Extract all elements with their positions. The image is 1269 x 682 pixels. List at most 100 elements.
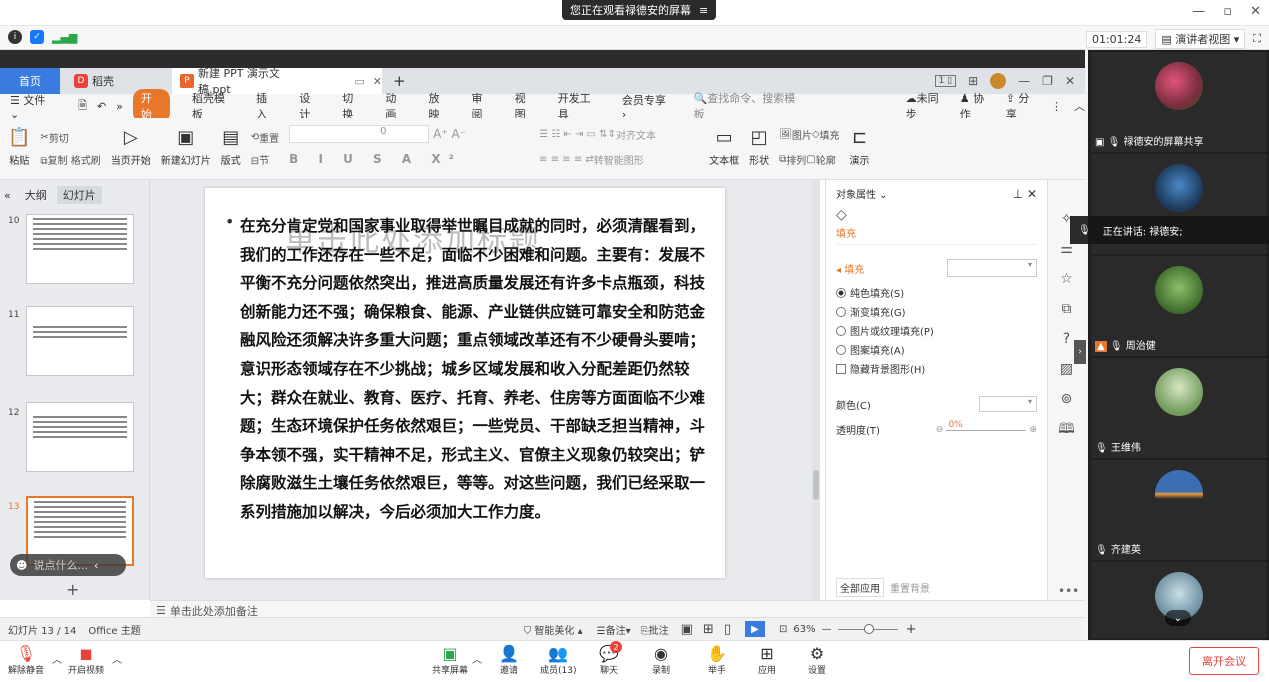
outline-label[interactable]: 轮廓 (816, 152, 836, 167)
textbox-button[interactable]: ▭ 文本框 (709, 122, 739, 168)
video-tile-participant[interactable]: 🎙 齐建英 (1091, 460, 1267, 560)
props-close-icon[interactable]: ✕ (1027, 187, 1037, 201)
apps-button[interactable]: ⊞ 应用 (756, 643, 778, 677)
arrange-button[interactable]: ⧉ 排列 ▢ 轮廓 (779, 146, 839, 172)
fill-section-header[interactable]: ◂ 填充 (836, 261, 864, 276)
menu-icon[interactable]: ≡ (699, 4, 708, 17)
collapse-video-icon[interactable]: › (1074, 340, 1086, 364)
video-tile-participant[interactable]: ⌄ (1091, 562, 1267, 638)
help-icon[interactable]: ? (1063, 324, 1070, 354)
option-gradient-fill[interactable]: 渐变填充(G) (836, 302, 1037, 321)
chevron-down-icon[interactable]: ⌄ (1165, 610, 1191, 626)
color-select[interactable]: ▾ (979, 396, 1037, 412)
record-button[interactable]: ◉ 录制 (650, 643, 672, 677)
undo-icon[interactable]: ↶ (97, 100, 106, 113)
collapse-ribbon-icon[interactable]: ︿ (1074, 98, 1085, 114)
sorter-view-icon[interactable]: ⊞ (703, 622, 714, 637)
copy-icon[interactable]: ⧉ (1062, 294, 1072, 324)
copy-button[interactable]: ⧉复制 格式刷 (40, 152, 100, 167)
reading-view-icon[interactable]: ▯ (724, 622, 731, 637)
slide-thumb-12[interactable] (26, 402, 134, 472)
video-tile-participant[interactable]: ▲ 🎙 周治健 (1091, 256, 1267, 356)
normal-view-icon[interactable]: ▣ (681, 622, 693, 637)
wps-close-icon[interactable]: ✕ (1065, 74, 1075, 88)
invite-button[interactable]: 👤 邀请 (498, 643, 520, 677)
emoji-icon[interactable]: ☻ (16, 559, 27, 572)
mic-options-icon[interactable]: ︿ (52, 651, 62, 666)
option-solid-fill[interactable]: 纯色填充(S) (836, 283, 1037, 302)
raise-hand-button[interactable]: ✋ 举手 (706, 643, 728, 677)
tab-fill[interactable]: 填充 (836, 225, 1037, 245)
image-icon[interactable]: ▨ (1060, 354, 1073, 384)
hide-bg-checkbox[interactable]: 隐藏背景图形(H) (836, 359, 1037, 378)
paste-button[interactable]: 📋 粘贴 (8, 122, 30, 168)
tab-slides[interactable]: 幻灯片 (56, 186, 102, 204)
minimize-icon[interactable]: — (1192, 4, 1205, 19)
star-icon[interactable]: ☆ (1060, 264, 1073, 294)
layout-button[interactable]: ▤ 版式 (221, 122, 241, 168)
zoom-slider[interactable] (837, 623, 898, 634)
canvas-scrollbar[interactable] (812, 180, 820, 600)
fill-type-select[interactable]: ▾ (947, 259, 1037, 277)
format-painter-label[interactable]: 格式刷 (71, 156, 101, 167)
share-options-icon[interactable]: ︿ (472, 651, 482, 666)
shape-button[interactable]: ◰ 形状 (749, 122, 769, 168)
tab-home[interactable]: 首页 (0, 68, 60, 94)
book-icon[interactable]: 🕮 (1058, 414, 1075, 444)
decrease-icon[interactable]: ⊖ (936, 425, 944, 435)
more-dots-icon[interactable]: ••• (1058, 584, 1079, 598)
font-size-select[interactable]: 0 (289, 125, 430, 143)
info-icon[interactable]: i (8, 30, 22, 44)
chat-button[interactable]: 💬 聊天 2 (598, 641, 622, 676)
new-tab-icon[interactable]: + (393, 72, 406, 90)
props-title[interactable]: 对象属性 ⌄ (836, 186, 888, 201)
new-slide-button[interactable]: ▣ 新建幻灯片 (161, 122, 211, 168)
zoom-level[interactable]: 63% (793, 624, 815, 635)
presenter-view-dropdown[interactable]: ▤ 演讲者视图 ▾ (1155, 29, 1246, 49)
zoom-out-icon[interactable]: — (822, 624, 832, 635)
start-from-button[interactable]: ▷ 当页开始 (111, 122, 151, 168)
more-icon[interactable]: » (116, 100, 123, 113)
screen-share-tip[interactable]: 您正在观看禄德安的屏幕 ≡ (562, 0, 717, 20)
save-icon[interactable]: 🗎 (78, 97, 87, 116)
menu-member[interactable]: 会员专享 › (622, 92, 672, 121)
fullscreen-icon[interactable]: ⛶ (1253, 32, 1261, 46)
slide-body-text[interactable]: 在充分肯定党和国家事业取得举世瞩目成就的同时，必须清醒看到，我们的工作还存在一些… (240, 212, 715, 527)
restore-icon[interactable]: ▫ (1223, 4, 1232, 19)
add-slide-icon[interactable]: + (66, 580, 79, 599)
screen-icon[interactable]: ▭ (354, 75, 364, 88)
fill-label[interactable]: 填充 (820, 127, 840, 142)
video-tile-sharer[interactable]: ▣ 🎙 禄德安的屏幕共享 (1091, 52, 1267, 152)
reset-bg-button[interactable]: 重置背景 (890, 580, 930, 595)
option-pattern-fill[interactable]: 图案填充(A) (836, 340, 1037, 359)
notes-toggle[interactable]: ☰备注▾ (597, 622, 631, 637)
tab-outline[interactable]: 大纲 (25, 187, 47, 203)
window-layout-icon[interactable]: 1 ▯ (934, 75, 957, 87)
smartart-button[interactable]: ≡ ≡ ≡ ≡ ⇄ 转智能图形 (539, 146, 699, 172)
apply-all-button[interactable]: 全部应用 (836, 578, 884, 597)
video-options-icon[interactable]: ︿ (112, 651, 122, 666)
section-button[interactable]: ⊟节 (251, 152, 279, 167)
shield-icon[interactable]: ✓ (30, 30, 44, 44)
font-style-icons[interactable]: B I U S A X² (289, 146, 529, 172)
signal-icon[interactable]: ▂▄▆ (52, 31, 77, 44)
cut-button[interactable]: ✂ 剪切 (40, 122, 100, 152)
picture-button[interactable]: 🖼 图片 ◇ 填充 (779, 122, 839, 146)
grid-icon[interactable]: ⊞ (968, 74, 978, 88)
pin-icon[interactable]: ⊥ (1013, 187, 1023, 201)
slide-thumb-10[interactable] (26, 214, 134, 284)
present-button[interactable]: ⊏ 演示 (850, 122, 870, 168)
transparency-slider[interactable]: 0% (946, 420, 1027, 436)
leave-meeting-button[interactable]: 离开会议 (1189, 647, 1259, 675)
slide-thumb-11[interactable] (26, 306, 134, 376)
video-tile-participant[interactable]: 🎙 王维伟 (1091, 358, 1267, 458)
fit-icon[interactable]: ⊡ (779, 624, 787, 635)
collapse-panel-icon[interactable]: « (4, 189, 11, 202)
share-screen-button[interactable]: ▣ 共享屏幕 (432, 643, 468, 677)
wps-minimize-icon[interactable]: — (1018, 74, 1030, 88)
menu-file[interactable]: ☰ 文件 ⌄ (10, 92, 56, 121)
comments-toggle[interactable]: ⎘批注 (641, 622, 669, 637)
wps-restore-icon[interactable]: ❐ (1042, 74, 1053, 88)
video-button[interactable]: ◼ 开启视频 (68, 643, 104, 677)
more-vert-icon[interactable]: ⋮ (1051, 100, 1062, 113)
